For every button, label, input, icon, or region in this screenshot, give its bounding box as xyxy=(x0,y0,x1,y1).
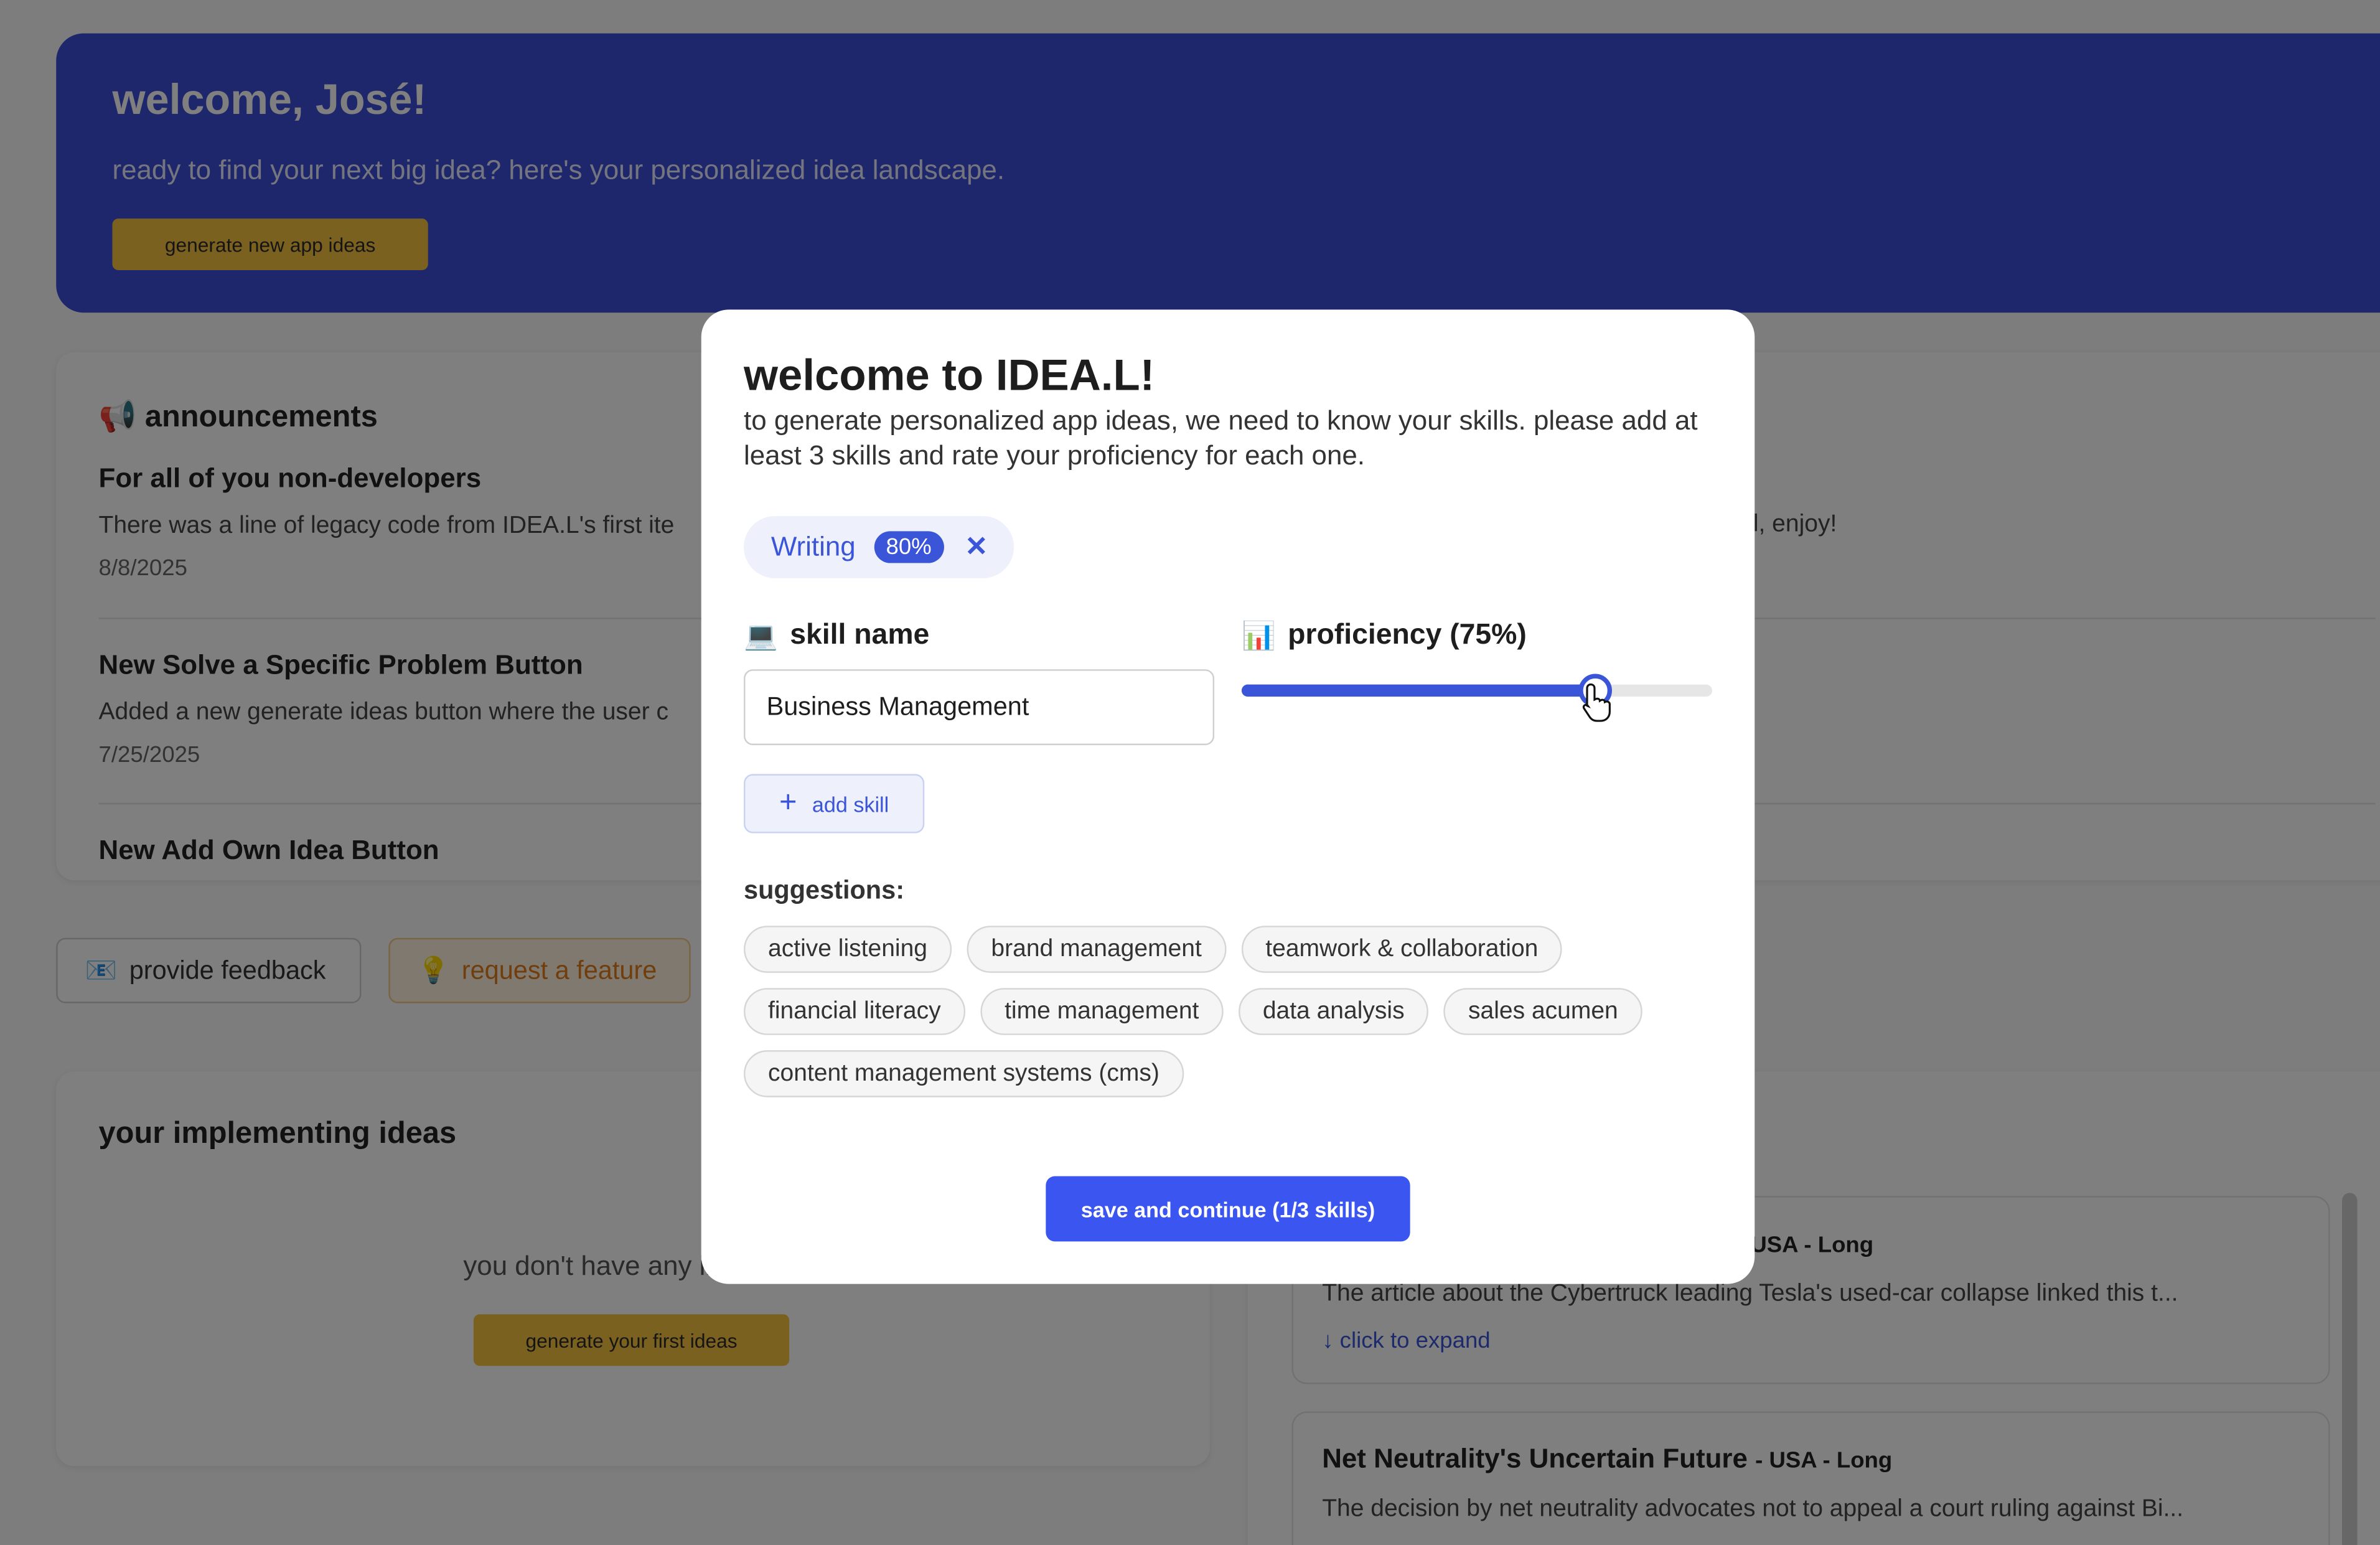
skill-name-label: 💻 skill name xyxy=(744,619,930,651)
suggestion-chip[interactable]: sales acumen xyxy=(1443,988,1642,1035)
modal-title: welcome to IDEA.L! xyxy=(744,352,1155,401)
plus-icon: + xyxy=(779,786,797,820)
suggestions-list: active listening brand management teamwork… xyxy=(744,926,1715,1097)
save-continue-button[interactable]: save and continue (1/3 skills) xyxy=(1046,1176,1410,1242)
suggestions-title: suggestions: xyxy=(744,875,905,905)
suggestion-chip[interactable]: time management xyxy=(980,988,1224,1035)
skill-name-input[interactable] xyxy=(744,669,1215,746)
hand-cursor-icon xyxy=(1582,683,1611,722)
bar-chart-icon: 📊 xyxy=(1241,619,1276,650)
laptop-icon: 💻 xyxy=(744,619,778,650)
suggestion-chip[interactable]: brand management xyxy=(967,926,1226,973)
add-skill-button[interactable]: + add skill xyxy=(744,774,925,834)
onboarding-modal: welcome to IDEA.L! to generate personali… xyxy=(701,309,1755,1284)
proficiency-slider-fill xyxy=(1241,684,1595,697)
skill-chip-proficiency: 80% xyxy=(873,531,944,563)
modal-description: to generate personalized app ideas, we n… xyxy=(744,405,1698,471)
proficiency-label: 📊 proficiency (75%) xyxy=(1241,619,1527,651)
suggestion-chip[interactable]: active listening xyxy=(744,926,952,973)
skill-chip-name: Writing xyxy=(771,531,856,562)
suggestion-chip[interactable]: content management systems (cms) xyxy=(744,1050,1184,1097)
skill-chip: Writing 80% ✕ xyxy=(744,515,1014,578)
suggestion-chip[interactable]: data analysis xyxy=(1238,988,1429,1035)
proficiency-slider[interactable] xyxy=(1241,674,1712,708)
suggestion-chip[interactable]: financial literacy xyxy=(744,988,965,1035)
suggestion-chip[interactable]: teamwork & collaboration xyxy=(1241,926,1563,973)
remove-skill-icon[interactable]: ✕ xyxy=(965,531,988,563)
